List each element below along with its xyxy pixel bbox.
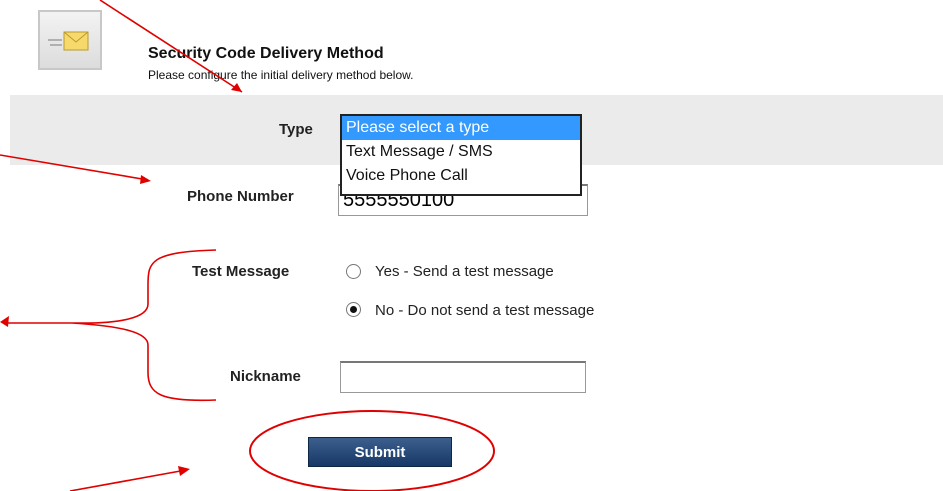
annotation-arrowhead — [0, 316, 9, 327]
test-message-row: Test Message Yes - Send a test message N… — [10, 237, 943, 343]
type-option[interactable]: Please select a type — [342, 116, 580, 140]
envelope-icon — [38, 10, 102, 70]
type-label: Type — [279, 121, 313, 138]
radio-no[interactable] — [346, 302, 361, 317]
radio-yes[interactable] — [346, 264, 361, 279]
section-title: Security Code Delivery Method — [148, 45, 384, 62]
submit-button[interactable]: Submit — [308, 437, 452, 467]
submit-row — [10, 415, 943, 491]
section-subtitle: Please configure the initial delivery me… — [148, 68, 414, 82]
nickname-label: Nickname — [230, 368, 301, 385]
nickname-input[interactable] — [340, 361, 586, 393]
type-dropdown[interactable]: Please select a type Text Message / SMS … — [340, 114, 582, 196]
phone-number-label: Phone Number — [187, 188, 294, 205]
section-header: Security Code Delivery Method Please con… — [10, 10, 943, 96]
radio-yes-label: Yes - Send a test message — [375, 263, 554, 280]
type-option[interactable]: Voice Phone Call — [342, 164, 580, 188]
radio-no-label: No - Do not send a test message — [375, 302, 595, 319]
type-option[interactable]: Text Message / SMS — [342, 140, 580, 164]
test-message-label: Test Message — [192, 263, 290, 280]
